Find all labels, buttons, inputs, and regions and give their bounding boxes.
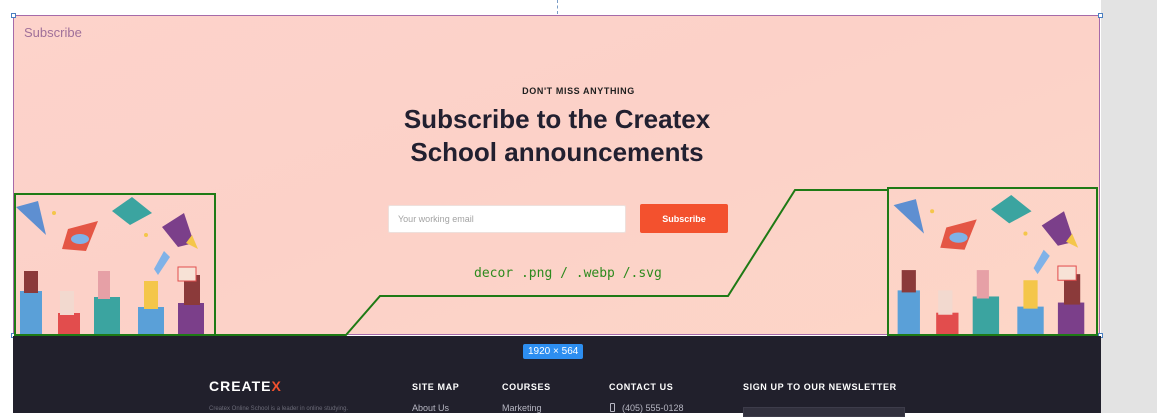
- phone-icon: [610, 403, 615, 412]
- footer-link-about-us[interactable]: About Us: [412, 403, 449, 413]
- footer-link-marketing[interactable]: Marketing: [502, 403, 542, 413]
- footer-col-courses-title: COURSES: [502, 382, 551, 392]
- footer-logo-accent: X: [271, 378, 282, 394]
- annotation-note: decor .png / .webp /.svg: [474, 266, 662, 281]
- footer-col-sitemap-title: SITE MAP: [412, 382, 460, 392]
- footer-blurb: Createx Online School is a leader in onl…: [209, 406, 349, 412]
- footer-phone[interactable]: (405) 555-0128: [622, 403, 684, 413]
- section-eyebrow: DON'T MISS ANYTHING: [522, 86, 635, 96]
- footer-logo-main: CREATE: [209, 378, 272, 394]
- frame-size-badge: 1920 × 564: [523, 344, 584, 359]
- subscribe-button[interactable]: Subscribe: [640, 204, 728, 233]
- footer-logo[interactable]: CREATEX: [209, 378, 282, 394]
- section-headline: Subscribe to the Createx School announce…: [403, 104, 711, 167]
- email-input[interactable]: [388, 205, 626, 233]
- footer-col-contact-title: CONTACT US: [609, 382, 674, 392]
- footer-col-newsletter-title: SIGN UP TO OUR NEWSLETTER: [743, 382, 897, 392]
- newsletter-email-input[interactable]: [743, 407, 905, 417]
